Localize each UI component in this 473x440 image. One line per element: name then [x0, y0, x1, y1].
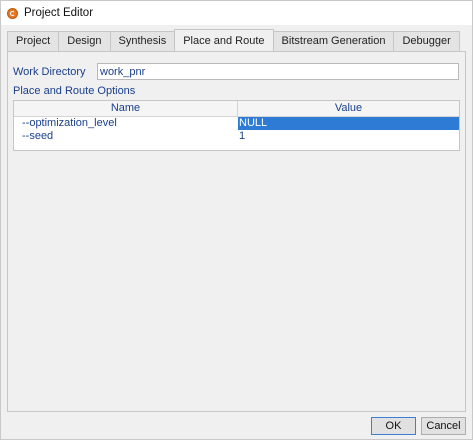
work-directory-input[interactable]: work_pnr: [97, 63, 459, 80]
option-value-cell[interactable]: NULL: [238, 117, 459, 130]
value-column-header[interactable]: Value: [238, 101, 459, 116]
option-name-cell[interactable]: --seed: [14, 130, 238, 143]
tab-bar: Project Design Synthesis Place and Route…: [7, 29, 460, 51]
title-bar[interactable]: Project Editor: [1, 1, 472, 25]
work-directory-label: Work Directory: [13, 66, 86, 78]
app-logo-icon: [7, 7, 18, 19]
tab-synthesis[interactable]: Synthesis: [109, 31, 176, 51]
cancel-button[interactable]: Cancel: [421, 417, 466, 435]
option-name-cell[interactable]: --optimization_level: [14, 117, 238, 130]
window-title: Project Editor: [24, 7, 94, 19]
project-editor-window: Project Editor Project Design Synthesis …: [0, 0, 473, 440]
tab-place-and-route[interactable]: Place and Route: [174, 29, 274, 51]
tab-debugger[interactable]: Debugger: [393, 31, 460, 51]
table-row[interactable]: --optimization_level NULL: [14, 117, 459, 130]
tab-design[interactable]: Design: [58, 31, 111, 51]
table-header: Name Value: [14, 101, 459, 117]
options-table: Name Value --optimization_level NULL --s…: [13, 100, 460, 151]
name-column-header[interactable]: Name: [14, 101, 238, 116]
place-and-route-pane: Work Directory work_pnr Place and Route …: [7, 51, 466, 412]
tab-bitstream-generation[interactable]: Bitstream Generation: [272, 31, 395, 51]
ok-button[interactable]: OK: [371, 417, 416, 435]
tab-project[interactable]: Project: [7, 31, 60, 51]
table-row[interactable]: --seed 1: [14, 130, 459, 143]
option-value-cell[interactable]: 1: [238, 130, 459, 143]
options-section-label: Place and Route Options: [13, 85, 136, 97]
